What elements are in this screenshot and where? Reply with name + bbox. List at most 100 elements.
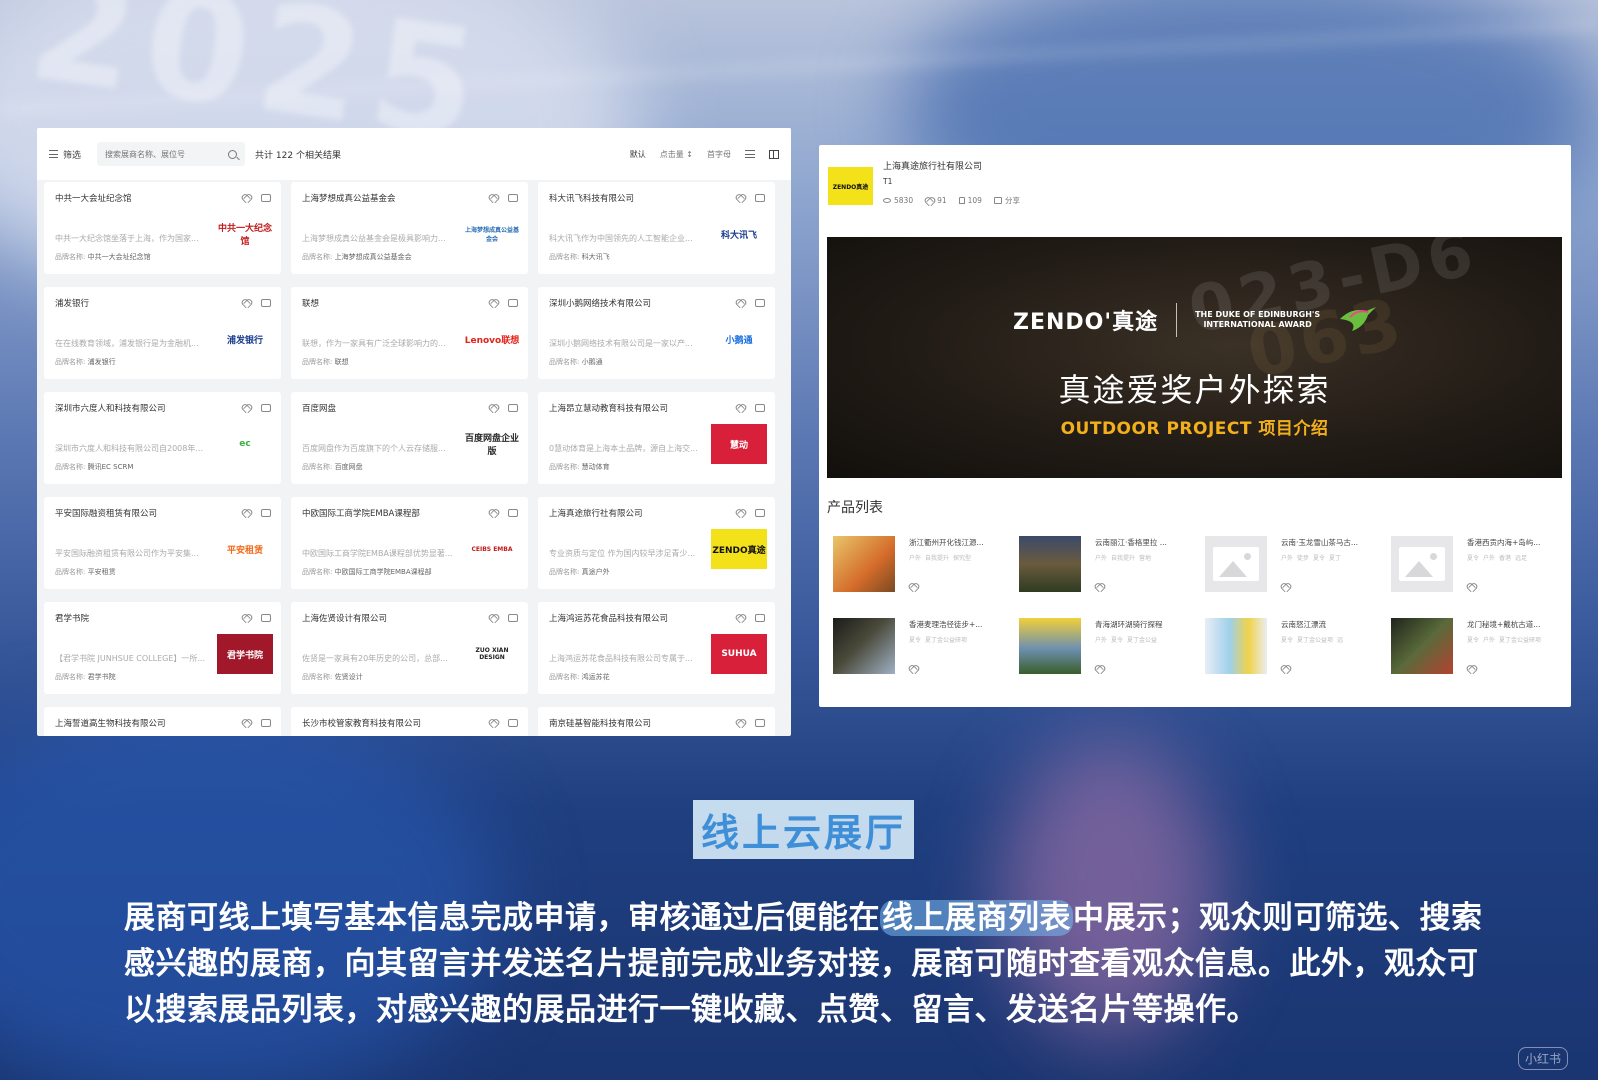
product-favorite-heart-icon[interactable] bbox=[1095, 665, 1104, 673]
product-favorite-heart-icon[interactable] bbox=[1281, 583, 1290, 591]
exhibitor-card[interactable]: 百度网盘 百度网盘作为百度旗下的个人云存储服... 品牌名称: 百度网盘 百度网… bbox=[291, 392, 528, 484]
exhibitor-card[interactable]: 中共一大会址纪念馆 中共一大纪念馆坐落于上海，作为国家... 品牌名称: 中共一… bbox=[44, 182, 281, 274]
product-favorite-heart-icon[interactable] bbox=[1467, 583, 1476, 591]
message-icon[interactable] bbox=[755, 719, 765, 727]
product-name: 云南·玉龙雪山茶马古... bbox=[1281, 538, 1359, 547]
banner-title: 真途爱奖户外探索 bbox=[1058, 371, 1331, 409]
product-card[interactable]: 香港西贡内海+岛屿... 夏令 户外 香港 远足 bbox=[1385, 530, 1561, 602]
favorite-heart-icon[interactable] bbox=[242, 299, 251, 307]
message-icon[interactable] bbox=[508, 299, 518, 307]
promo-banner[interactable]: 023-D6 063 ZENDO'真途 THE DUKE OF EDINBURG… bbox=[827, 237, 1562, 478]
favorite-stat[interactable]: 91 bbox=[925, 196, 947, 205]
message-icon[interactable] bbox=[261, 719, 271, 727]
favorite-heart-icon[interactable] bbox=[489, 404, 498, 412]
message-icon[interactable] bbox=[261, 509, 271, 517]
filter-button[interactable]: 筛选 bbox=[49, 148, 81, 161]
product-favorite-heart-icon[interactable] bbox=[1281, 665, 1290, 673]
product-card[interactable]: 浙江衢州开化钱江源... 户外 自我提升 探究型 bbox=[827, 530, 1003, 602]
product-card[interactable]: 龙门秘境+戴杭古道... 夏令 户外 夏丁金公益研项 bbox=[1385, 612, 1561, 684]
message-icon[interactable] bbox=[508, 614, 518, 622]
favorite-heart-icon[interactable] bbox=[242, 509, 251, 517]
product-tags: 户外 自我提升 营地 bbox=[1095, 553, 1151, 562]
card-brand: 品牌名称: 鸿运苏花 bbox=[549, 672, 610, 682]
exhibitor-card[interactable]: 中欧国际工商学院EMBA课程部 中欧国际工商学院EMBA课程部优势显著... 品… bbox=[291, 497, 528, 589]
brand-value: 慧动体育 bbox=[581, 463, 610, 471]
description-highlight: 线上展商列表 bbox=[880, 900, 1073, 936]
message-icon[interactable] bbox=[508, 194, 518, 202]
message-icon[interactable] bbox=[508, 404, 518, 412]
card-actions bbox=[242, 194, 271, 202]
favorite-heart-icon[interactable] bbox=[242, 719, 251, 727]
message-icon[interactable] bbox=[261, 194, 271, 202]
card-actions bbox=[242, 614, 271, 622]
search-input[interactable] bbox=[105, 149, 216, 159]
product-favorite-heart-icon[interactable] bbox=[909, 665, 918, 673]
message-icon[interactable] bbox=[755, 194, 765, 202]
product-tag: 夏丁金公益研项 bbox=[1499, 637, 1542, 644]
message-icon[interactable] bbox=[508, 719, 518, 727]
card-actions bbox=[242, 404, 271, 412]
message-icon[interactable] bbox=[261, 299, 271, 307]
logo-text: 慧动 bbox=[729, 440, 748, 451]
exhibitor-card[interactable]: 上海誓道高生物科技有限公司 bbox=[44, 707, 281, 736]
exhibitor-card[interactable]: 上海梦想成真公益基金会 上海梦想成真公益基金会是极具影响力... 品牌名称: 上… bbox=[291, 182, 528, 274]
card-actions bbox=[242, 299, 271, 307]
product-favorite-heart-icon[interactable] bbox=[1467, 665, 1476, 673]
favorite-heart-icon[interactable] bbox=[489, 719, 498, 727]
product-card[interactable]: 云南·玉龙雪山茶马古... 户外 徒步 夏令 夏丁 bbox=[1199, 530, 1375, 602]
product-card[interactable]: 香港麦理浩径徒步+... 夏令 夏丁金公益研项 bbox=[827, 612, 1003, 684]
search-icon[interactable] bbox=[228, 149, 238, 159]
exhibitor-card[interactable]: 上海真途旅行社有限公司 专业资质与定位 作为国内较早涉足青少... 品牌名称: … bbox=[538, 497, 775, 589]
exhibitor-card[interactable]: 长沙市校管家教育科技有限公司 bbox=[291, 707, 528, 736]
exhibitor-card[interactable]: 上海鸿运苏花食品科技有限公司 上海鸿运苏花食品科技有限公司专属于... 品牌名称… bbox=[538, 602, 775, 694]
favorite-heart-icon[interactable] bbox=[242, 404, 251, 412]
exhibitor-card[interactable]: 上海佐贤设计有限公司 佐贤是一家具有20年历史的公司，总部... 品牌名称: 佐… bbox=[291, 602, 528, 694]
search-box[interactable] bbox=[97, 142, 246, 166]
exhibitor-card[interactable]: 浦发银行 在在线教育领域，浦发银行是为金融机... 品牌名称: 浦发银行 浦发银… bbox=[44, 287, 281, 379]
favorite-heart-icon[interactable] bbox=[736, 509, 745, 517]
message-icon[interactable] bbox=[755, 404, 765, 412]
favorite-heart-icon[interactable] bbox=[242, 194, 251, 202]
exhibitor-card[interactable]: 深圳市六度人和科技有限公司 深圳市六度人和科技有限公司自2008年... 品牌名… bbox=[44, 392, 281, 484]
exhibitor-card[interactable]: 联想 联想，作为一家具有广泛全球影响力的... 品牌名称: 联想 Lenovo联… bbox=[291, 287, 528, 379]
product-favorite-heart-icon[interactable] bbox=[1095, 583, 1104, 591]
favorite-heart-icon[interactable] bbox=[489, 509, 498, 517]
message-icon[interactable] bbox=[755, 299, 765, 307]
product-card[interactable]: 云南怒江漂流 夏令 夏丁金公益项远 bbox=[1199, 612, 1375, 684]
favorite-heart-icon[interactable] bbox=[489, 614, 498, 622]
exhibitor-card[interactable]: 上海昂立慧动教育科技有限公司 0慧动体育是上海本土品牌，源自上海交... 品牌名… bbox=[538, 392, 775, 484]
brand-value: 小鹅通 bbox=[581, 358, 603, 366]
card-header: 上海梦想成真公益基金会 bbox=[302, 192, 518, 204]
exhibitor-card[interactable]: 深圳小鹅网络技术有限公司 深圳小鹅网络技术有限公司是一家以产... 品牌名称: … bbox=[538, 287, 775, 379]
exhibitor-card[interactable]: 科大讯飞科技有限公司 科大讯飞作为中国领先的人工智能企业... 品牌名称: 科大… bbox=[538, 182, 775, 274]
like-stat[interactable]: 109 bbox=[958, 196, 982, 205]
card-description: 0慧动体育是上海本土品牌，源自上海交... bbox=[549, 444, 698, 453]
exhibitor-card[interactable]: 平安国际融资租赁有限公司 平安国际融资租赁有限公司作为平安集... 品牌名称: … bbox=[44, 497, 281, 589]
product-card[interactable]: 青海湖环湖骑行探程 户外 夏令 夏丁金公益 bbox=[1013, 612, 1189, 684]
products-title: 产品列表 bbox=[827, 500, 883, 516]
product-favorite-heart-icon[interactable] bbox=[909, 583, 918, 591]
favorite-heart-icon[interactable] bbox=[242, 614, 251, 622]
favorite-heart-icon[interactable] bbox=[489, 194, 498, 202]
sort-alpha[interactable]: 首字母 bbox=[707, 149, 731, 160]
sort-default[interactable]: 默认 bbox=[630, 149, 646, 160]
message-icon[interactable] bbox=[261, 404, 271, 412]
list-view-icon[interactable] bbox=[745, 150, 755, 158]
favorite-heart-icon[interactable] bbox=[489, 299, 498, 307]
message-icon[interactable] bbox=[261, 614, 271, 622]
sort-clicks[interactable]: 点击量 ↕ bbox=[660, 149, 693, 160]
share-button[interactable]: 分享 bbox=[993, 195, 1020, 206]
message-icon[interactable] bbox=[755, 509, 765, 517]
card-title: 深圳小鹅网络技术有限公司 bbox=[549, 299, 652, 309]
message-icon[interactable] bbox=[508, 509, 518, 517]
favorite-heart-icon[interactable] bbox=[736, 299, 745, 307]
grid-view-icon[interactable] bbox=[769, 149, 779, 159]
exhibitor-card[interactable]: 南京硅基智能科技有限公司 bbox=[538, 707, 775, 736]
product-card[interactable]: 云南丽江·香格里拉 ... 户外 自我提升 营地 bbox=[1013, 530, 1189, 602]
favorite-heart-icon[interactable] bbox=[736, 404, 745, 412]
exhibitor-card[interactable]: 君学书院 【君学书院 JUNHSUE COLLEGE】一所... 品牌名称: 君… bbox=[44, 602, 281, 694]
favorite-heart-icon[interactable] bbox=[736, 194, 745, 202]
message-icon[interactable] bbox=[755, 614, 765, 622]
favorite-heart-icon[interactable] bbox=[736, 719, 745, 727]
favorite-heart-icon[interactable] bbox=[736, 614, 745, 622]
